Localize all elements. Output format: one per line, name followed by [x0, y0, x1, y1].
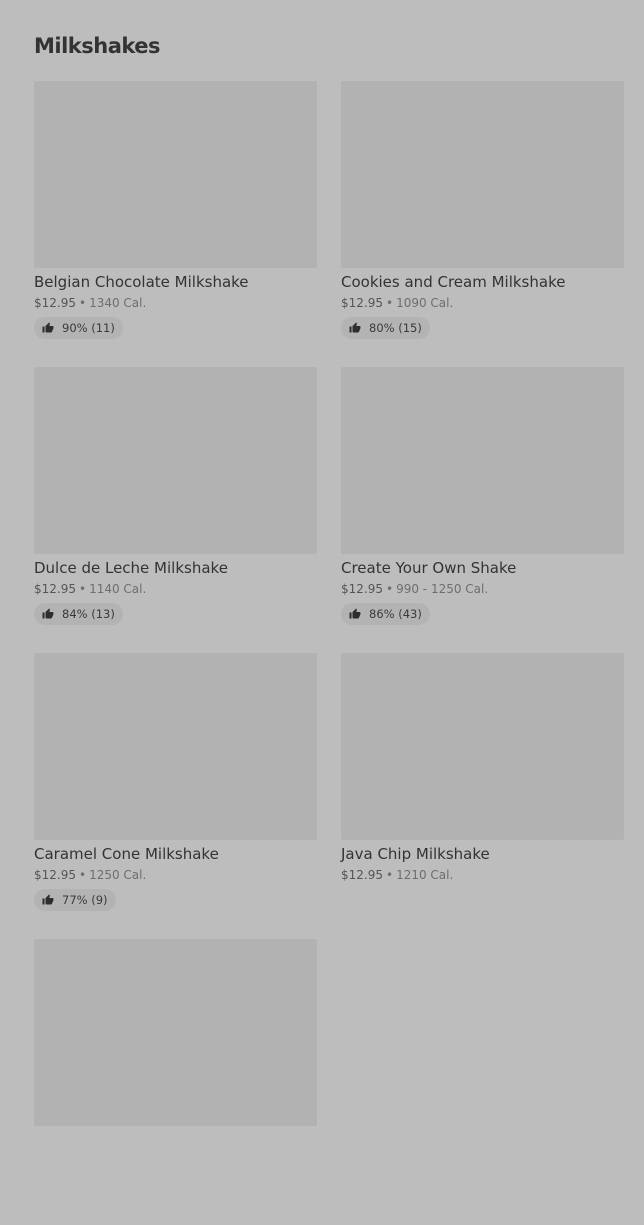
separator-dot: •: [79, 296, 87, 310]
menu-item-card[interactable]: [34, 939, 317, 1225]
rating-text: 77% (9): [62, 893, 108, 907]
item-calories: 1250 Cal.: [89, 868, 147, 882]
item-calories: 1140 Cal.: [89, 582, 147, 596]
item-image[interactable]: [34, 653, 317, 840]
thumbs-up-icon: [349, 322, 361, 333]
item-price: $12.95: [34, 868, 76, 882]
section-title: Milkshakes: [34, 34, 161, 58]
thumbs-up-icon: [349, 608, 361, 619]
item-image[interactable]: [341, 653, 624, 840]
menu-item-card[interactable]: Caramel Cone Milkshake $12.95 • 1250 Cal. …: [34, 653, 317, 939]
item-price: $12.95: [341, 296, 383, 310]
menu-items-grid: Belgian Chocolate Milkshake $12.95 • 1340 …: [34, 81, 624, 1225]
item-meta: $12.95 • 1140 Cal.: [34, 581, 317, 597]
item-name: Java Chip Milkshake: [341, 845, 490, 863]
item-calories: 990 - 1250 Cal.: [396, 582, 489, 596]
rating-badge: 84% (13): [34, 603, 123, 625]
thumbs-up-icon: [42, 608, 54, 619]
rating-badge: 86% (43): [341, 603, 430, 625]
item-price: $12.95: [341, 868, 383, 882]
item-calories: 1210 Cal.: [396, 868, 454, 882]
menu-item-card[interactable]: Cookies and Cream Milkshake $12.95 • 1090 …: [341, 81, 624, 367]
item-name: Belgian Chocolate Milkshake: [34, 273, 249, 291]
item-name: Caramel Cone Milkshake: [34, 845, 219, 863]
menu-item-card[interactable]: Create Your Own Shake $12.95 • 990 - 1250 …: [341, 367, 624, 653]
rating-text: 84% (13): [62, 607, 115, 621]
item-image[interactable]: [34, 367, 317, 554]
item-image[interactable]: [341, 367, 624, 554]
separator-dot: •: [79, 868, 87, 882]
rating-badge: 77% (9): [34, 889, 116, 911]
item-name: Create Your Own Shake: [341, 559, 517, 577]
separator-dot: •: [386, 582, 394, 596]
item-price: $12.95: [341, 582, 383, 596]
item-meta: $12.95 • 1250 Cal.: [34, 867, 317, 883]
menu-item-card[interactable]: Belgian Chocolate Milkshake $12.95 • 1340 …: [34, 81, 317, 367]
thumbs-up-icon: [42, 894, 54, 905]
rating-badge: 90% (11): [34, 317, 123, 339]
rating-text: 90% (11): [62, 321, 115, 335]
item-image[interactable]: [34, 939, 317, 1126]
item-meta: $12.95 • 1090 Cal.: [341, 295, 624, 311]
separator-dot: •: [79, 582, 87, 596]
rating-text: 86% (43): [369, 607, 422, 621]
menu-item-card[interactable]: Java Chip Milkshake $12.95 • 1210 Cal.: [341, 653, 624, 939]
item-price: $12.95: [34, 582, 76, 596]
item-price: $12.95: [34, 296, 76, 310]
separator-dot: •: [386, 296, 394, 310]
thumbs-up-icon: [42, 322, 54, 333]
item-meta: $12.95 • 1210 Cal.: [341, 867, 624, 883]
menu-item-card[interactable]: Dulce de Leche Milkshake $12.95 • 1140 Cal…: [34, 367, 317, 653]
separator-dot: •: [386, 868, 394, 882]
item-meta: $12.95 • 1340 Cal.: [34, 295, 317, 311]
item-meta: $12.95 • 990 - 1250 Cal.: [341, 581, 624, 597]
item-name: Cookies and Cream Milkshake: [341, 273, 566, 291]
item-name: Dulce de Leche Milkshake: [34, 559, 228, 577]
item-image[interactable]: [34, 81, 317, 268]
item-image[interactable]: [341, 81, 624, 268]
rating-text: 80% (15): [369, 321, 422, 335]
item-calories: 1340 Cal.: [89, 296, 147, 310]
item-calories: 1090 Cal.: [396, 296, 454, 310]
rating-badge: 80% (15): [341, 317, 430, 339]
